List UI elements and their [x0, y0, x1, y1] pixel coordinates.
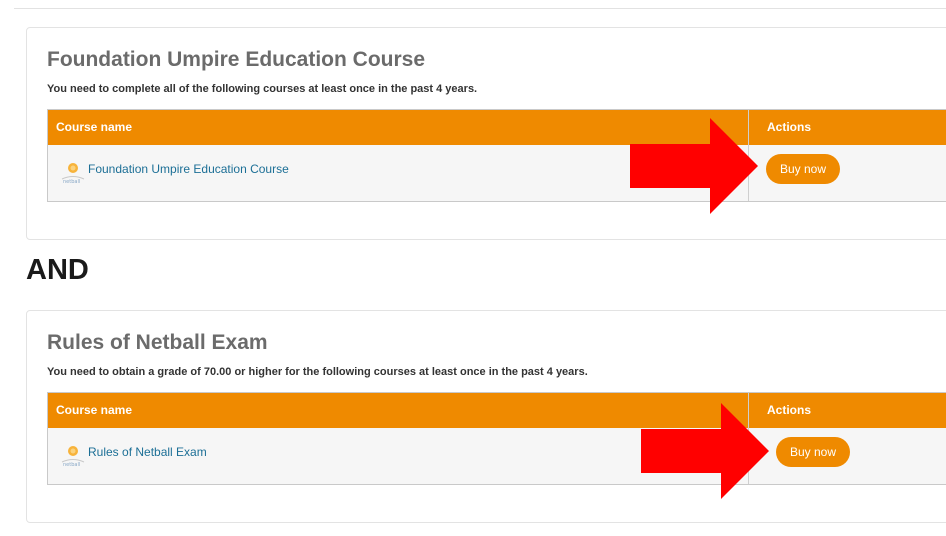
requirement-description: You need to obtain a grade of 70.00 or h…: [47, 366, 588, 378]
requirement-panel-rules-exam: Rules of Netball Exam You need to obtain…: [26, 310, 946, 523]
table-header: Course name Actions: [48, 393, 946, 428]
top-panel-edge: [14, 0, 946, 9]
course-table: Course name Actions netball Foundation U…: [47, 109, 946, 202]
red-arrow-icon: [641, 403, 769, 499]
netball-logo-icon: netball: [61, 163, 85, 185]
and-connector: AND: [26, 254, 89, 286]
requirement-description: You need to complete all of the followin…: [47, 83, 478, 95]
buy-now-button[interactable]: Buy now: [776, 437, 851, 467]
table-row: netball Rules of Netball Exam Buy now: [48, 428, 946, 484]
table-row: netball Foundation Umpire Education Cour…: [48, 145, 946, 201]
svg-text:netball: netball: [63, 179, 80, 185]
column-header-course-name: Course name: [56, 403, 133, 417]
course-link[interactable]: Rules of Netball Exam: [88, 445, 207, 459]
netball-logo-icon: netball: [61, 446, 85, 468]
table-header: Course name Actions: [48, 110, 946, 145]
column-header-actions: Actions: [767, 120, 812, 134]
svg-text:netball: netball: [63, 462, 80, 468]
page: Foundation Umpire Education Course You n…: [0, 0, 946, 536]
column-header-actions: Actions: [767, 403, 812, 417]
requirement-title: Rules of Netball Exam: [47, 331, 268, 354]
buy-now-button[interactable]: Buy now: [766, 154, 841, 184]
course-link[interactable]: Foundation Umpire Education Course: [88, 162, 289, 176]
requirement-title: Foundation Umpire Education Course: [47, 48, 426, 71]
requirement-panel-foundation: Foundation Umpire Education Course You n…: [26, 27, 946, 240]
course-table: Course name Actions netball Rules of Net…: [47, 392, 946, 485]
column-header-course-name: Course name: [56, 120, 133, 134]
red-arrow-icon: [630, 118, 758, 214]
